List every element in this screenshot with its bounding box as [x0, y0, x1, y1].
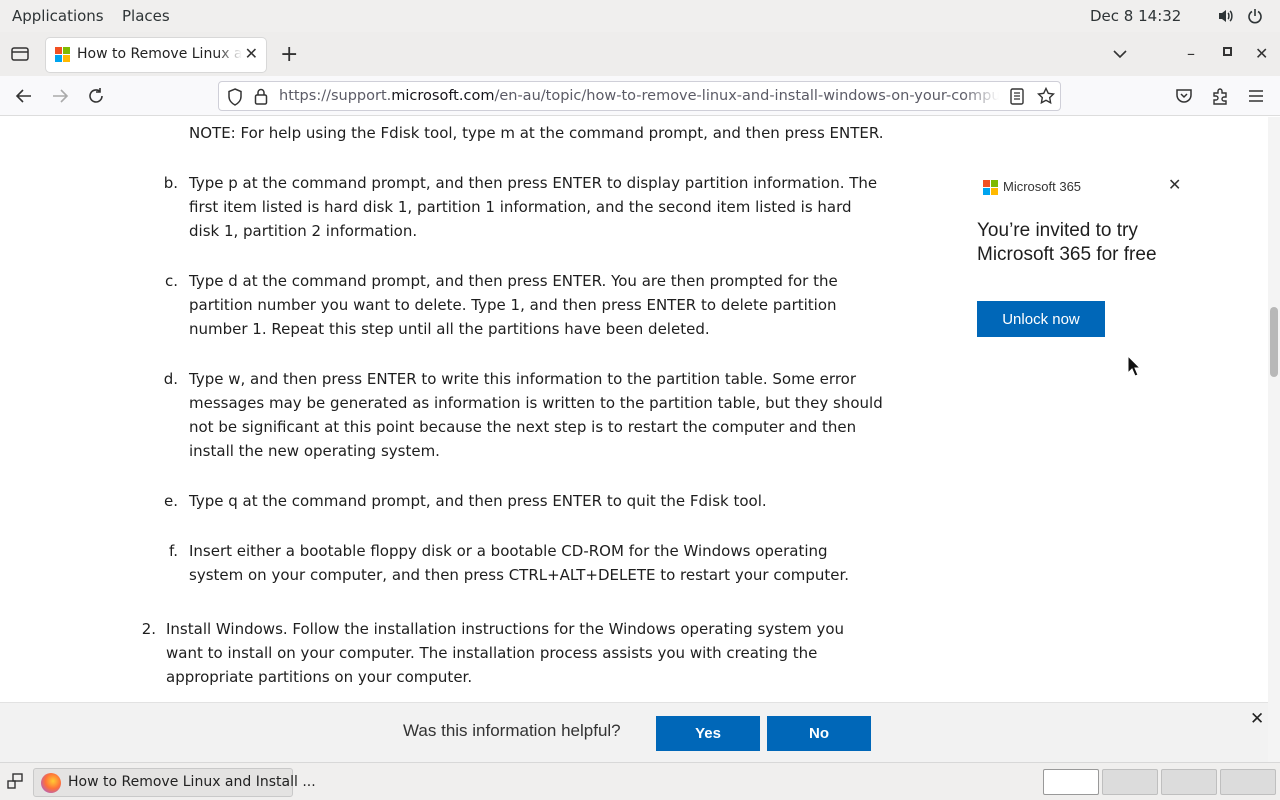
- tab-title: How to Remove Linux and Install Windows …: [77, 46, 242, 62]
- hamburger-menu-icon[interactable]: [1244, 84, 1268, 108]
- workspace-4[interactable]: [1220, 769, 1276, 795]
- pocket-icon[interactable]: [1172, 84, 1196, 108]
- microsoft-365-ad: Microsoft 365 ✕ You’re invited to try Mi…: [960, 169, 1200, 369]
- new-tab-icon[interactable]: +: [280, 42, 298, 67]
- reload-icon[interactable]: [84, 84, 108, 108]
- workspace-3[interactable]: [1161, 769, 1217, 795]
- bottom-taskbar: How to Remove Linux and Install ...: [0, 762, 1280, 800]
- ad-close-icon[interactable]: ✕: [1168, 175, 1181, 195]
- feedback-question: Was this information helpful?: [403, 721, 621, 740]
- list-item-text: Install Windows. Follow the installation…: [166, 620, 845, 686]
- firefox-view-icon[interactable]: [8, 42, 32, 66]
- list-item-text: Type w, and then press ENTER to write th…: [189, 370, 883, 460]
- tracking-protection-shield-icon[interactable]: [227, 88, 243, 110]
- no-button[interactable]: No: [767, 716, 871, 751]
- list-item-text: Type q at the command prompt, and then p…: [189, 492, 767, 510]
- url-text[interactable]: https://support.microsoft.com/en-au/topi…: [279, 88, 999, 104]
- places-menu[interactable]: Places: [122, 7, 170, 25]
- reader-view-icon[interactable]: [1010, 88, 1024, 109]
- workspace-1[interactable]: [1043, 769, 1099, 795]
- mouse-cursor-icon: [1127, 354, 1142, 384]
- microsoft-logo-icon: [983, 180, 998, 195]
- feedback-close-icon[interactable]: ✕: [1250, 709, 1264, 729]
- list-marker: c.: [164, 272, 178, 290]
- list-item-text: Type d at the command prompt, and then p…: [189, 272, 838, 338]
- tab-active[interactable]: How to Remove Linux and Install Windows …: [46, 38, 266, 72]
- url-bar[interactable]: https://support.microsoft.com/en-au/topi…: [218, 81, 1061, 111]
- list-item-text: Type p at the command prompt, and then p…: [189, 174, 878, 240]
- maximize-window-icon[interactable]: [1223, 47, 1232, 56]
- list-marker: b.: [163, 174, 178, 192]
- minimize-window-icon[interactable]: –: [1187, 44, 1195, 63]
- list-marker: e.: [164, 492, 178, 510]
- list-tabs-icon[interactable]: [1112, 45, 1128, 64]
- unlock-now-button[interactable]: Unlock now: [977, 301, 1105, 337]
- power-icon[interactable]: [1245, 6, 1265, 26]
- page-content: NOTE: For help using the Fdisk tool, typ…: [0, 117, 1268, 702]
- lock-icon[interactable]: [254, 88, 268, 109]
- ad-headline: You’re invited to try Microsoft 365 for …: [977, 220, 1157, 265]
- show-desktop-icon[interactable]: [7, 773, 23, 793]
- workspace-2[interactable]: [1102, 769, 1158, 795]
- list-marker: 2.: [141, 620, 156, 638]
- ad-brand: Microsoft 365: [1003, 179, 1082, 194]
- clock[interactable]: Dec 8 14:32: [1090, 7, 1181, 25]
- taskbar-window-label: How to Remove Linux and Install ...: [68, 774, 316, 790]
- tab-close-icon[interactable]: ✕: [245, 44, 258, 63]
- forward-icon[interactable]: [48, 84, 72, 108]
- fdisk-note: NOTE: For help using the Fdisk tool, typ…: [189, 124, 884, 142]
- taskbar-window-button[interactable]: How to Remove Linux and Install ...: [33, 768, 316, 797]
- system-top-bar: Applications Places Dec 8 14:32: [0, 0, 1280, 32]
- page-scrollbar[interactable]: [1268, 117, 1280, 762]
- close-window-icon[interactable]: ✕: [1255, 44, 1268, 63]
- volume-icon[interactable]: [1216, 6, 1236, 26]
- yes-button[interactable]: Yes: [656, 716, 760, 751]
- navigation-bar: https://support.microsoft.com/en-au/topi…: [0, 76, 1280, 116]
- list-marker: f.: [169, 542, 178, 560]
- applications-menu[interactable]: Applications: [12, 7, 104, 25]
- list-item-text: Insert either a bootable floppy disk or …: [189, 542, 850, 584]
- list-marker: d.: [163, 370, 178, 388]
- extensions-icon[interactable]: [1208, 84, 1232, 108]
- scrollbar-thumb[interactable]: [1270, 307, 1278, 377]
- microsoft-favicon-icon: [55, 47, 70, 62]
- firefox-icon: [41, 773, 61, 793]
- bookmark-star-icon[interactable]: [1036, 86, 1056, 109]
- back-icon[interactable]: [12, 84, 36, 108]
- feedback-bar: Was this information helpful? Yes No ✕: [0, 702, 1268, 762]
